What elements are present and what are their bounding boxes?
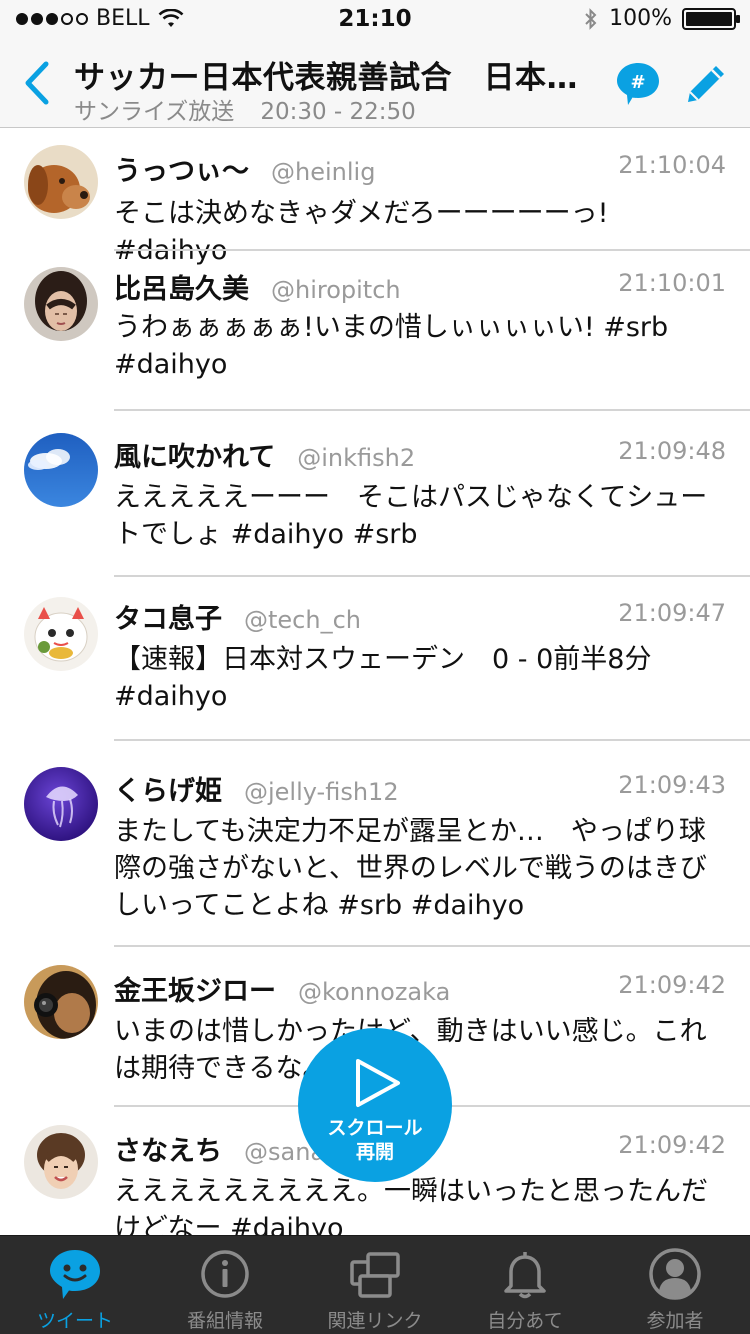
user-name: くらげ姫 bbox=[114, 776, 222, 807]
bell-icon bbox=[504, 1252, 546, 1299]
play-icon bbox=[356, 1059, 400, 1107]
tab-label: 番組情報 bbox=[186, 1310, 263, 1332]
tweet-text: 【速報】日本対スウェーデン 0 - 0前半8分 #daihyo bbox=[114, 644, 652, 712]
battery-percent: 100% bbox=[609, 6, 672, 31]
user-handle: @heinlig bbox=[271, 158, 376, 186]
user-name: さなえち bbox=[114, 1136, 222, 1167]
tweet-user[interactable]: 風に吹かれて @inkfish2 bbox=[114, 435, 415, 474]
tab-bar: ツイート 番組情報 関連リンク 自分あて 参加者 bbox=[0, 1235, 750, 1334]
tweet-timestamp: 21:09:48 bbox=[618, 437, 726, 465]
resume-scroll-label: スクロール 再開 bbox=[327, 1117, 423, 1163]
tweet-user[interactable]: タコ息子 @tech_ch bbox=[114, 597, 361, 636]
user-name: 風に吹かれて bbox=[114, 442, 276, 473]
avatar[interactable] bbox=[24, 267, 98, 341]
tab-label: 自分あて bbox=[487, 1310, 563, 1332]
tab-label: 参加者 bbox=[646, 1310, 704, 1332]
tweet-timestamp: 21:09:42 bbox=[618, 971, 726, 999]
info-icon bbox=[201, 1250, 249, 1298]
user-handle: @tech_ch bbox=[244, 606, 361, 634]
status-right: 100% bbox=[583, 6, 740, 31]
tab-label: ツイート bbox=[36, 1310, 113, 1332]
tweet-text: えええええええええ。一瞬はいったと思ったんだけどなー #daihyo bbox=[114, 1176, 708, 1235]
chevron-left-icon bbox=[25, 61, 49, 105]
user-handle: @konnozaka bbox=[298, 978, 451, 1006]
tweet-text: えええええーーー そこはパスじゃなくてシュートでしょ #daihyo #srb bbox=[114, 482, 708, 550]
bluetooth-icon bbox=[585, 7, 597, 30]
tweet-text: うわぁぁぁぁぁ!いまの惜しぃぃぃぃい! #srb #daihyo bbox=[114, 312, 669, 380]
nav-bar: サッカー日本代表親善試合 日本対スウェーデン サンライズ放送 20:30 - 22… bbox=[0, 40, 750, 128]
battery-icon bbox=[682, 7, 740, 30]
tweet-timestamp: 21:10:01 bbox=[618, 269, 726, 297]
user-name: 金王坂ジロー bbox=[114, 976, 276, 1007]
user-name: 比呂島久美 bbox=[114, 274, 249, 305]
airtime: 20:30 - 22:50 bbox=[260, 99, 416, 125]
tweet-user[interactable]: くらげ姫 @jelly-fish12 bbox=[114, 769, 399, 808]
tab-related-links[interactable]: 関連リンク bbox=[300, 1236, 450, 1334]
tab-mentions[interactable]: 自分あて bbox=[450, 1236, 600, 1334]
tweet-timestamp: 21:09:47 bbox=[618, 599, 726, 627]
tweet-user[interactable]: 金王坂ジロー @konnozaka bbox=[114, 969, 450, 1008]
tweet-item[interactable]: 比呂島久美 @hiropitch 21:10:01 うわぁぁぁぁぁ!いまの惜しぃぃ… bbox=[0, 251, 750, 411]
tweet-timestamp: 21:09:42 bbox=[618, 1131, 726, 1159]
avatar[interactable] bbox=[24, 1125, 98, 1199]
status-bar: BELL 21:10 100% bbox=[0, 0, 750, 40]
hashtag-button[interactable]: # bbox=[614, 60, 662, 108]
avatar[interactable] bbox=[24, 145, 98, 219]
tweet-timestamp: 21:09:43 bbox=[618, 771, 726, 799]
user-handle: @hiropitch bbox=[271, 276, 401, 304]
resume-scroll-button[interactable]: スクロール 再開 bbox=[298, 1028, 452, 1182]
tweet-timestamp: 21:10:04 bbox=[618, 151, 726, 179]
tweet-item[interactable]: 風に吹かれて @inkfish2 21:09:48 えええええーーー そこはパスじ… bbox=[0, 411, 750, 577]
user-handle: @jelly-fish12 bbox=[244, 778, 399, 806]
tab-participants[interactable]: 参加者 bbox=[600, 1236, 750, 1334]
tweet-item[interactable]: うっつぃ〜 @heinlig 21:10:04 そこは決めなきゃダメだろーーーーー… bbox=[0, 129, 750, 266]
avatar[interactable] bbox=[24, 433, 98, 507]
channel-name: サンライズ放送 bbox=[74, 99, 235, 125]
avatar[interactable] bbox=[24, 597, 98, 671]
tab-tweets[interactable]: ツイート bbox=[0, 1236, 150, 1334]
tab-label: 関連リンク bbox=[327, 1310, 423, 1332]
avatar[interactable] bbox=[24, 965, 98, 1039]
back-button[interactable] bbox=[18, 58, 58, 108]
compose-button[interactable] bbox=[682, 60, 730, 108]
related-links-icon bbox=[350, 1252, 400, 1298]
user-name: タコ息子 bbox=[114, 604, 222, 635]
tweet-text: またしても決定力不足が露呈とか… やっぱり球際の強さがないと、世界のレベルで戦う… bbox=[114, 816, 707, 921]
tweet-bubble-icon bbox=[50, 1250, 100, 1299]
tweet-item[interactable]: タコ息子 @tech_ch 21:09:47 【速報】日本対スウェーデン 0 - … bbox=[0, 577, 750, 741]
program-title: サッカー日本代表親善試合 日本対スウェーデン bbox=[74, 60, 604, 96]
tab-program-info[interactable]: 番組情報 bbox=[150, 1236, 300, 1334]
hashtag-bubble-icon: # bbox=[617, 63, 659, 105]
user-name: うっつぃ〜 bbox=[114, 156, 249, 187]
program-subtitle: サンライズ放送 20:30 - 22:50 bbox=[74, 92, 416, 126]
avatar[interactable] bbox=[24, 767, 98, 841]
pencil-icon bbox=[688, 66, 724, 102]
tweet-user[interactable]: うっつぃ〜 @heinlig bbox=[114, 149, 375, 188]
svg-text:#: # bbox=[630, 72, 645, 93]
participants-icon bbox=[649, 1248, 701, 1300]
tweet-item[interactable]: くらげ姫 @jelly-fish12 21:09:43 またしても決定力不足が露呈… bbox=[0, 741, 750, 947]
tweet-user[interactable]: 比呂島久美 @hiropitch bbox=[114, 267, 401, 306]
user-handle: @inkfish2 bbox=[297, 444, 416, 472]
